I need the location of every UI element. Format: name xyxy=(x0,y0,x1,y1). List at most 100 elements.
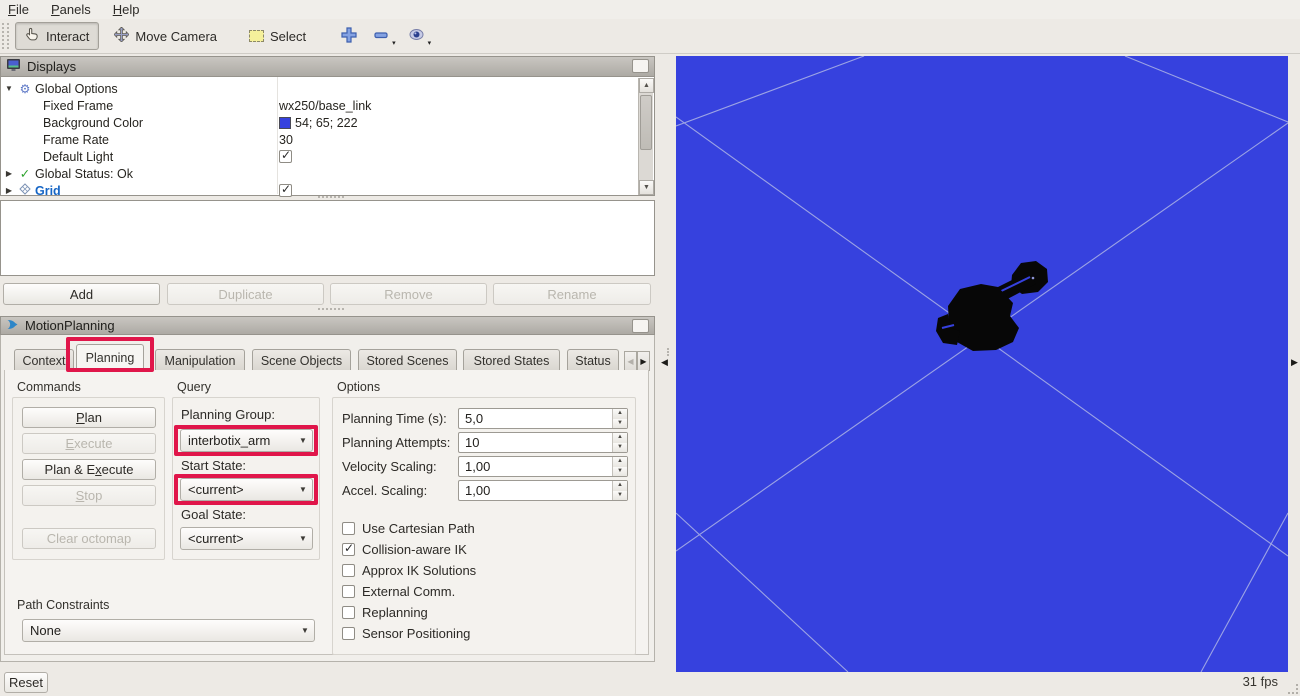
add-tool-button[interactable] xyxy=(337,22,361,50)
displays-empty-list[interactable] xyxy=(0,200,655,276)
planning-time-label: Planning Time (s): xyxy=(342,411,447,426)
motion-planning-float-button[interactable] xyxy=(632,319,649,333)
menu-help[interactable]: Help xyxy=(105,2,154,17)
color-swatch xyxy=(279,117,291,129)
plan-button[interactable]: Plan xyxy=(22,407,156,428)
tab-scroll-right-icon[interactable]: ▶ xyxy=(637,351,650,371)
gear-icon: ⚙ xyxy=(17,82,33,96)
plan-and-execute-button[interactable]: Plan & Execute xyxy=(22,459,156,480)
grid-checkbox[interactable] xyxy=(279,184,292,197)
tree-row-background-color[interactable]: Background Color 54; 65; 222 xyxy=(1,114,637,131)
menu-file[interactable]: File xyxy=(0,2,43,17)
tool-visibility-button[interactable]: ▾ xyxy=(404,22,436,50)
grid-icon xyxy=(17,183,33,198)
expand-arrow-icon[interactable]: ▶ xyxy=(1,169,17,178)
tab-scroll-left-icon[interactable]: ◀ xyxy=(624,351,637,371)
collision-aware-ik-checkbox[interactable] xyxy=(342,543,355,556)
annotation-planning-tab xyxy=(66,337,154,372)
spin-arrows-icon[interactable]: ▲▼ xyxy=(612,409,627,428)
tab-status[interactable]: Status xyxy=(567,349,619,371)
reset-button[interactable]: Reset xyxy=(4,672,48,693)
external-comm-row: External Comm. xyxy=(342,584,455,599)
duplicate-display-button[interactable]: Duplicate xyxy=(167,283,324,305)
use-cartesian-path-checkbox[interactable] xyxy=(342,522,355,535)
tab-stored-states[interactable]: Stored States xyxy=(463,349,560,371)
collapse-arrow-icon[interactable]: ▼ xyxy=(1,84,17,93)
motion-planning-panel-header[interactable]: MotionPlanning xyxy=(0,316,655,335)
scroll-down-icon[interactable]: ▼ xyxy=(639,180,654,195)
sensor-positioning-checkbox[interactable] xyxy=(342,627,355,640)
fixed-frame-value[interactable]: wx250/base_link xyxy=(279,99,371,113)
replanning-row: Replanning xyxy=(342,605,428,620)
menu-bar: File Panels Help xyxy=(0,0,1300,19)
tool-visibility-dropdown-arrow[interactable]: ▾ xyxy=(428,39,432,47)
stop-button[interactable]: Stop xyxy=(22,485,156,506)
external-comm-checkbox[interactable] xyxy=(342,585,355,598)
execute-button[interactable]: Execute xyxy=(22,433,156,454)
toolbar-drag-handle[interactable] xyxy=(2,23,9,49)
splitter-handle[interactable] xyxy=(667,348,670,356)
splitter-handle[interactable] xyxy=(318,196,344,199)
ground-grid-lines xyxy=(676,56,1288,672)
resize-grip[interactable] xyxy=(1288,684,1298,694)
interact-tool-button[interactable]: Interact xyxy=(15,22,99,50)
default-light-checkbox[interactable] xyxy=(279,150,292,163)
tab-manipulation[interactable]: Manipulation xyxy=(155,349,245,371)
tab-context[interactable]: Context xyxy=(14,349,74,371)
splitter-handle[interactable] xyxy=(318,308,344,311)
accel-scaling-spinbox[interactable]: 1,00 ▲▼ xyxy=(458,480,628,501)
background-color-value[interactable]: 54; 65; 222 xyxy=(295,116,358,130)
displays-panel-header[interactable]: Displays xyxy=(0,56,655,77)
frame-rate-value[interactable]: 30 xyxy=(279,133,293,147)
planning-attempts-label: Planning Attempts: xyxy=(342,435,450,450)
approx-ik-solutions-row: Approx IK Solutions xyxy=(342,563,476,578)
menu-panels[interactable]: Panels xyxy=(43,2,105,17)
tree-row-default-light[interactable]: Default Light xyxy=(1,148,637,165)
tree-row-frame-rate[interactable]: Frame Rate 30 xyxy=(1,131,637,148)
sensor-positioning-row: Sensor Positioning xyxy=(342,626,470,641)
spin-arrows-icon[interactable]: ▲▼ xyxy=(612,433,627,452)
tree-row-fixed-frame[interactable]: Fixed Frame wx250/base_link xyxy=(1,97,637,114)
goal-state-dropdown[interactable]: <current> ▼ xyxy=(180,527,313,550)
remove-tool-dropdown-arrow[interactable]: ▾ xyxy=(392,39,396,47)
select-box-icon xyxy=(249,30,264,42)
tab-stored-scenes[interactable]: Stored Scenes xyxy=(358,349,457,371)
query-heading: Query xyxy=(177,380,211,394)
scrollbar-thumb[interactable] xyxy=(640,95,652,150)
green-check-icon: ✓ xyxy=(17,166,33,181)
approx-ik-solutions-checkbox[interactable] xyxy=(342,564,355,577)
tree-row-global-status[interactable]: ▶ ✓ Global Status: Ok xyxy=(1,165,637,182)
clear-octomap-button[interactable]: Clear octomap xyxy=(22,528,156,549)
spin-arrows-icon[interactable]: ▲▼ xyxy=(612,457,627,476)
start-state-label: Start State: xyxy=(181,458,246,473)
move-camera-icon xyxy=(114,27,129,45)
planning-time-spinbox[interactable]: 5,0 ▲▼ xyxy=(458,408,628,429)
remove-tool-button[interactable]: ▾ xyxy=(369,22,400,50)
path-constraints-dropdown[interactable]: None ▼ xyxy=(22,619,315,642)
velocity-scaling-spinbox[interactable]: 1,00 ▲▼ xyxy=(458,456,628,477)
spin-arrows-icon[interactable]: ▲▼ xyxy=(612,481,627,500)
3d-viewport[interactable] xyxy=(676,56,1288,672)
planning-group-label: Planning Group: xyxy=(181,407,275,422)
panel-collapse-left-icon[interactable]: ◀ xyxy=(661,357,668,368)
displays-panel-icon xyxy=(6,58,21,75)
planning-attempts-spinbox[interactable]: 10 ▲▼ xyxy=(458,432,628,453)
replanning-checkbox[interactable] xyxy=(342,606,355,619)
displays-scrollbar[interactable]: ▲ ▼ xyxy=(638,78,653,195)
remove-display-button[interactable]: Remove xyxy=(330,283,487,305)
toolbar: Interact Move Camera Select ▾ ▾ xyxy=(0,19,1300,54)
add-display-button[interactable]: Add xyxy=(3,283,160,305)
displays-float-button[interactable] xyxy=(632,59,649,73)
expand-arrow-icon[interactable]: ▶ xyxy=(1,186,17,195)
tab-scene-objects[interactable]: Scene Objects xyxy=(252,349,351,371)
select-tool-button[interactable]: Select xyxy=(240,22,315,50)
scroll-up-icon[interactable]: ▲ xyxy=(639,78,654,93)
panel-expand-right-icon[interactable]: ▶ xyxy=(1291,357,1298,368)
path-constraints-heading: Path Constraints xyxy=(17,598,109,612)
minus-icon xyxy=(373,27,389,46)
tree-row-global-options[interactable]: ▼ ⚙ Global Options xyxy=(1,80,637,97)
move-camera-tool-button[interactable]: Move Camera xyxy=(105,22,226,50)
robot-arm-silhouette xyxy=(936,261,1048,351)
goal-state-label: Goal State: xyxy=(181,507,246,522)
rename-display-button[interactable]: Rename xyxy=(493,283,651,305)
